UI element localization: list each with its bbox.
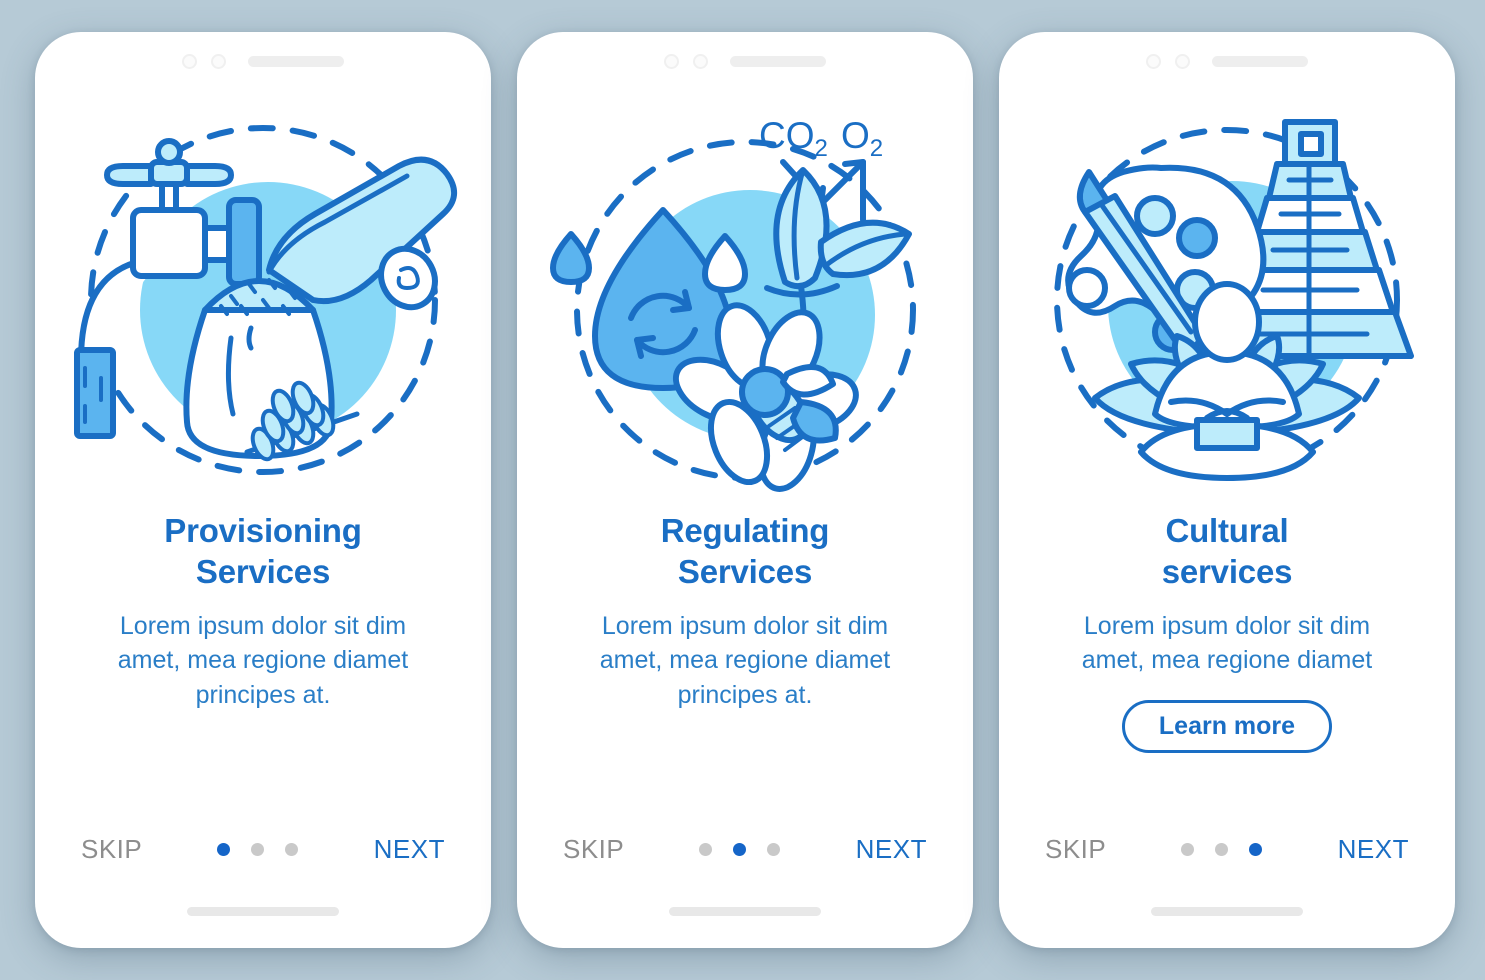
- regulating-services-illustration: CO2 O2: [517, 90, 973, 510]
- onboarding-nav: SKIP NEXT: [517, 834, 973, 865]
- provisioning-services-illustration: [35, 90, 491, 510]
- co2-label: CO2: [759, 115, 828, 162]
- sensor-icon: [211, 53, 226, 69]
- phone-top-hardware-bar: [999, 32, 1455, 90]
- skip-button[interactable]: SKIP: [563, 834, 624, 865]
- next-button[interactable]: NEXT: [374, 834, 445, 865]
- onboarding-screens-stage: Provisioning Services Lorem ipsum dolor …: [0, 0, 1485, 980]
- phone-mockup-regulating: CO2 O2 Regulating Services Lorem ipsum d…: [517, 32, 973, 948]
- front-camera-icon: [664, 53, 679, 69]
- pagination-dot-3[interactable]: [767, 843, 781, 856]
- pagination-dot-2[interactable]: [733, 843, 747, 856]
- home-indicator: [669, 907, 821, 916]
- earpiece-speaker-icon: [248, 55, 344, 67]
- page-description: Lorem ipsum dolor sit dim amet, mea regi…: [1081, 611, 1373, 675]
- phone-mockup-provisioning: Provisioning Services Lorem ipsum dolor …: [35, 32, 491, 948]
- sensor-icon: [1175, 53, 1190, 69]
- page-title: Cultural services: [1161, 512, 1293, 591]
- o2-label: O2: [841, 115, 883, 162]
- page-title: Provisioning Services: [164, 512, 362, 591]
- cultural-services-illustration: [999, 90, 1455, 510]
- page-description: Lorem ipsum dolor sit dim amet, mea regi…: [599, 611, 891, 709]
- page-title: Regulating Services: [660, 512, 830, 591]
- onboarding-nav: SKIP NEXT: [35, 834, 491, 865]
- phone-top-hardware-bar: [517, 32, 973, 90]
- pagination-dot-1[interactable]: [1181, 843, 1195, 856]
- pagination-dot-1[interactable]: [217, 843, 231, 856]
- learn-more-button[interactable]: Learn more: [1121, 699, 1333, 753]
- next-button[interactable]: NEXT: [856, 834, 927, 865]
- next-button[interactable]: NEXT: [1338, 834, 1409, 865]
- pagination-dot-1[interactable]: [699, 843, 713, 856]
- pagination-dot-2[interactable]: [1215, 843, 1229, 856]
- front-camera-icon: [1146, 53, 1161, 69]
- phone-top-hardware-bar: [35, 32, 491, 90]
- screen-text-block: Regulating Services Lorem ipsum dolor si…: [517, 510, 973, 712]
- skip-button[interactable]: SKIP: [81, 834, 142, 865]
- pagination-dot-2[interactable]: [251, 843, 265, 856]
- skip-button[interactable]: SKIP: [1045, 834, 1106, 865]
- pagination-dot-3[interactable]: [285, 843, 299, 856]
- onboarding-nav: SKIP NEXT: [999, 834, 1455, 865]
- earpiece-speaker-icon: [730, 55, 826, 67]
- pagination-dots: [699, 843, 781, 856]
- sensor-icon: [693, 53, 708, 69]
- page-description: Lorem ipsum dolor sit dim amet, mea regi…: [117, 611, 409, 709]
- phone-mockup-cultural: Cultural services Lorem ipsum dolor sit …: [999, 32, 1455, 948]
- learn-more-wrapper: Learn more: [1033, 699, 1421, 753]
- pagination-dots: [217, 843, 299, 856]
- front-camera-icon: [182, 53, 197, 69]
- pagination-dot-3[interactable]: [1249, 843, 1263, 856]
- pagination-dots: [1181, 843, 1263, 856]
- screen-text-block: Provisioning Services Lorem ipsum dolor …: [35, 510, 491, 712]
- earpiece-speaker-icon: [1212, 55, 1308, 67]
- screen-text-block: Cultural services Lorem ipsum dolor sit …: [999, 510, 1455, 753]
- home-indicator: [187, 907, 339, 916]
- home-indicator: [1151, 907, 1303, 916]
